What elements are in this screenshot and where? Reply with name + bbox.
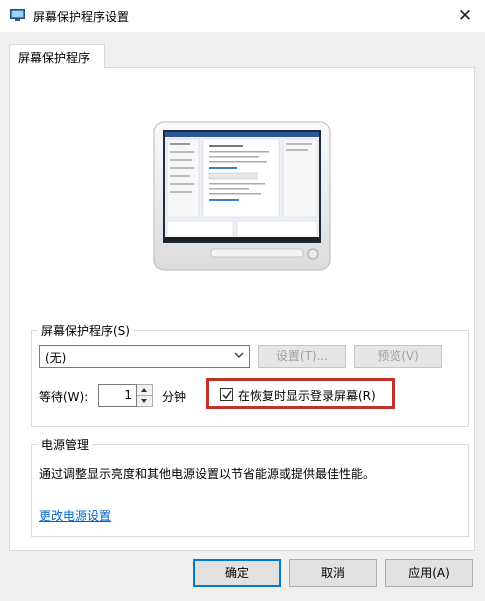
logon-highlight: 在恢复时显示登录屏幕(R) bbox=[206, 378, 395, 409]
tab-panel: 屏幕保护程序(S) (无) 设置(T)... 预览(V) 等待(W): 1 分钟 bbox=[9, 67, 475, 551]
preview-button[interactable]: 预览(V) bbox=[354, 345, 442, 368]
power-group-label: 电源管理 bbox=[38, 436, 93, 453]
power-description: 通过调整显示亮度和其他电源设置以节省能源或提供最佳性能。 bbox=[39, 467, 376, 481]
apply-button[interactable]: 应用(A) bbox=[385, 559, 473, 587]
screensaver-select[interactable]: (无) bbox=[39, 345, 250, 368]
screensaver-select-value: (无) bbox=[45, 351, 67, 365]
logon-checkbox[interactable] bbox=[220, 388, 233, 401]
chevron-down-icon bbox=[234, 352, 244, 358]
cancel-button[interactable]: 取消 bbox=[289, 559, 377, 587]
screensaver-group: 屏幕保护程序(S) (无) 设置(T)... 预览(V) 等待(W): 1 分钟 bbox=[31, 322, 469, 427]
ok-button[interactable]: 确定 bbox=[193, 559, 281, 587]
screensaver-group-label: 屏幕保护程序(S) bbox=[38, 322, 133, 339]
monitor-preview-icon bbox=[153, 121, 331, 271]
checkmark-icon bbox=[222, 390, 232, 400]
minute-label: 分钟 bbox=[162, 390, 187, 404]
wait-value: 1 bbox=[124, 388, 132, 402]
close-icon: ✕ bbox=[457, 6, 473, 26]
tab-label: 屏幕保护程序 bbox=[18, 51, 91, 65]
change-power-settings-link[interactable]: 更改电源设置 bbox=[39, 507, 111, 524]
title-bar: 屏幕保护程序设置 ✕ bbox=[0, 0, 485, 32]
window-body: 屏幕保护程序 屏幕保护程序(S) (无) 设置(T)... 预览(V) 等待(W… bbox=[0, 32, 485, 601]
wait-label: 等待(W): bbox=[39, 390, 89, 404]
spin-down-icon[interactable] bbox=[137, 396, 152, 407]
wait-spinner[interactable] bbox=[137, 384, 153, 407]
tab-screensaver[interactable]: 屏幕保护程序 bbox=[9, 44, 105, 68]
settings-button[interactable]: 设置(T)... bbox=[258, 345, 346, 368]
monitor-icon bbox=[10, 9, 25, 21]
logon-checkbox-label[interactable]: 在恢复时显示登录屏幕(R) bbox=[238, 387, 376, 404]
window-title: 屏幕保护程序设置 bbox=[33, 10, 130, 24]
close-button[interactable]: ✕ bbox=[451, 2, 479, 30]
wait-input[interactable]: 1 bbox=[98, 384, 137, 407]
power-group: 电源管理 通过调整显示亮度和其他电源设置以节省能源或提供最佳性能。 更改电源设置 bbox=[31, 436, 469, 537]
spin-up-icon[interactable] bbox=[137, 385, 152, 396]
